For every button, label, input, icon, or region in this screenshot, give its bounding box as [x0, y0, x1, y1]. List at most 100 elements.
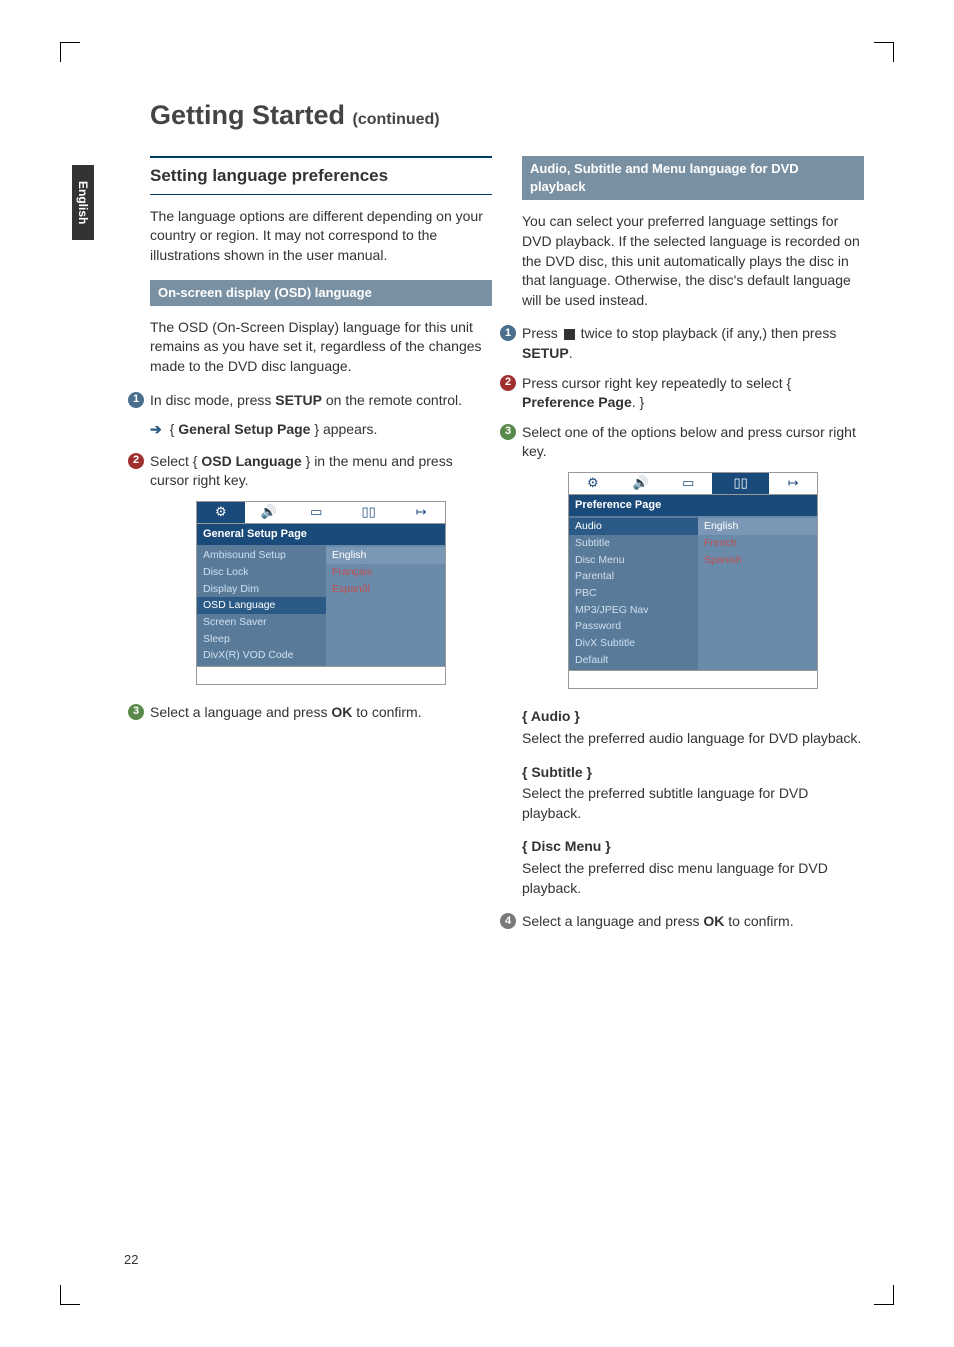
osd-item: Password — [569, 618, 698, 635]
page-title: Getting Started (continued) — [150, 100, 864, 131]
osd-right-menu: English French Spanish — [698, 516, 817, 670]
step3-text-a: Select a language and press — [150, 704, 331, 720]
rstep4-text-c: to confirm. — [724, 913, 793, 929]
language-tab: English — [72, 165, 94, 240]
page-content: English Getting Started (continued) Sett… — [90, 100, 864, 1267]
osd-header: General Setup Page — [197, 524, 445, 545]
audio-def-title: { Audio } — [522, 707, 864, 727]
arrow-icon: ➔ — [150, 421, 162, 437]
osd-tab-apps-icon: ▯▯ — [712, 473, 769, 494]
osd-screenshot-preference: ⚙ 🔊 ▭ ▯▯ ↦ Preference Page Audio Subtitl… — [568, 472, 818, 690]
rstep4-text-b: OK — [703, 913, 724, 929]
audio-def-text: Select the preferred audio language for … — [522, 729, 864, 749]
section-heading: Setting language preferences — [150, 162, 492, 190]
step-number-1-icon: 1 — [500, 325, 516, 341]
sub-heading-dvd-lang: Audio, Subtitle and Menu language for DV… — [522, 156, 864, 200]
osd-right-menu: English Français Espanôl — [326, 545, 445, 666]
r-step-3: 3 Select one of the options below and pr… — [500, 423, 864, 462]
result-line: ➔ { General Setup Page } appears. — [150, 420, 492, 440]
discmenu-def-title: { Disc Menu } — [522, 837, 864, 857]
osd-option: Français — [326, 564, 445, 581]
right-column: Audio, Subtitle and Menu language for DV… — [522, 156, 864, 942]
r-step-2: 2 Press cursor right key repeatedly to s… — [500, 374, 864, 413]
discmenu-def-text: Select the preferred disc menu language … — [522, 859, 864, 898]
crop-mark — [60, 1285, 80, 1305]
rstep1-setup: SETUP — [522, 345, 569, 361]
step3-text-b: OK — [331, 704, 352, 720]
step-1: 1 In disc mode, press SETUP on the remot… — [128, 391, 492, 411]
crop-mark — [874, 1285, 894, 1305]
rstep2-text-c: . } — [632, 394, 644, 410]
crop-mark — [60, 42, 80, 62]
arrow-text-a: { — [170, 421, 179, 437]
osd-item: Parental — [569, 568, 698, 585]
step1-text-c: on the remote control. — [322, 392, 462, 408]
step-number-2-icon: 2 — [500, 375, 516, 391]
arrow-text-c: } appears. — [310, 421, 377, 437]
osd-item-selected: OSD Language — [197, 597, 326, 614]
osd-option: Spanish — [698, 552, 817, 569]
step3-text-c: to confirm. — [352, 704, 421, 720]
osd-item: Ambisound Setup — [197, 547, 326, 564]
sub-heading-osd: On-screen display (OSD) language — [150, 280, 492, 306]
step-number-4-icon: 4 — [500, 913, 516, 929]
rstep4-text-a: Select a language and press — [522, 913, 703, 929]
subtitle-def-text: Select the preferred subtitle language f… — [522, 784, 864, 823]
osd-screenshot-general: ⚙ 🔊 ▭ ▯▯ ↦ General Setup Page Ambisound … — [196, 501, 446, 685]
osd-item: Screen Saver — [197, 614, 326, 631]
rstep1-text-a: Press — [522, 325, 562, 341]
step-number-1-icon: 1 — [128, 392, 144, 408]
osd-option-selected: English — [326, 547, 445, 564]
discmenu-definition: { Disc Menu } Select the preferred disc … — [522, 837, 864, 898]
rstep3-text: Select one of the options below and pres… — [522, 423, 864, 462]
step-number-3-icon: 3 — [500, 424, 516, 440]
rstep2-text-a: Press cursor right key repeatedly to sel… — [522, 375, 791, 391]
osd-item: Default — [569, 652, 698, 669]
osd-item: Sleep — [197, 631, 326, 648]
crop-mark — [874, 42, 894, 62]
osd-item: Display Dim — [197, 581, 326, 598]
osd-tab-apps-icon: ▯▯ — [340, 502, 397, 523]
step2-text-b: OSD Language — [201, 453, 301, 469]
arrow-text-b: General Setup Page — [178, 421, 310, 437]
step1-text-a: In disc mode, press — [150, 392, 275, 408]
rstep1-text-b: twice to stop playback (if any,) then pr… — [577, 325, 837, 341]
left-column: Setting language preferences The languag… — [150, 156, 492, 942]
r-step-1: 1 Press twice to stop playback (if any,)… — [500, 324, 864, 363]
osd-tab-video-icon: ▭ — [664, 473, 712, 494]
step-number-2-icon: 2 — [128, 453, 144, 469]
subtitle-def-title: { Subtitle } — [522, 763, 864, 783]
osd-option: Espanôl — [326, 581, 445, 598]
step-number-3-icon: 3 — [128, 704, 144, 720]
osd-item: Subtitle — [569, 535, 698, 552]
osd-item-selected: Audio — [569, 518, 698, 535]
osd-option-selected: English — [698, 518, 817, 535]
osd-header: Preference Page — [569, 495, 817, 516]
osd-left-menu: Ambisound Setup Disc Lock Display Dim OS… — [197, 545, 326, 666]
osd-item: DivX Subtitle — [569, 635, 698, 652]
stop-icon — [564, 329, 575, 340]
osd-tab-exit-icon: ↦ — [769, 473, 817, 494]
step2-text-a: Select { — [150, 453, 201, 469]
osd-tab-video-icon: ▭ — [292, 502, 340, 523]
intro-paragraph: The language options are different depen… — [150, 207, 492, 266]
audio-definition: { Audio } Select the preferred audio lan… — [522, 707, 864, 748]
step-3: 3 Select a language and press OK to conf… — [128, 703, 492, 723]
osd-item: MP3/JPEG Nav — [569, 602, 698, 619]
osd-option: French — [698, 535, 817, 552]
r-step-4: 4 Select a language and press OK to conf… — [500, 912, 864, 932]
osd-item: Disc Lock — [197, 564, 326, 581]
osd-paragraph: The OSD (On-Screen Display) language for… — [150, 318, 492, 377]
step-2: 2 Select { OSD Language } in the menu an… — [128, 452, 492, 491]
dvd-intro-paragraph: You can select your preferred language s… — [522, 212, 864, 310]
osd-item: DivX(R) VOD Code — [197, 647, 326, 664]
page-number: 22 — [124, 1252, 138, 1267]
osd-tab-audio-icon: 🔊 — [245, 502, 293, 523]
rstep1-text-d: . — [569, 345, 573, 361]
osd-item: PBC — [569, 585, 698, 602]
osd-item: Disc Menu — [569, 552, 698, 569]
title-continued: (continued) — [353, 111, 440, 128]
title-text: Getting Started — [150, 100, 345, 130]
osd-tab-audio-icon: 🔊 — [617, 473, 665, 494]
step1-setup: SETUP — [275, 392, 322, 408]
